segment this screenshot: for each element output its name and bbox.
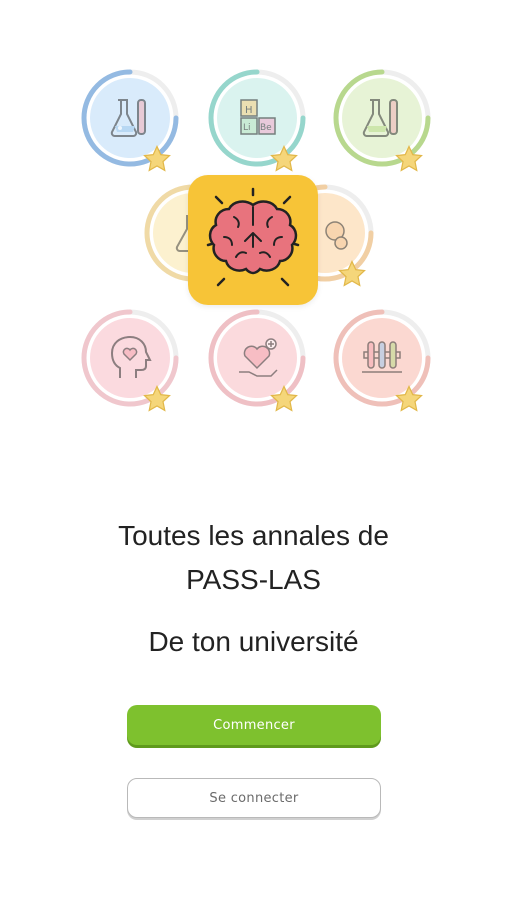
badge-hand-heart [207, 308, 307, 412]
svg-text:Be: Be [260, 123, 272, 133]
badge-chemistry [80, 68, 180, 172]
badge-periodic: H Li Be [207, 68, 307, 172]
badge-chemistry-2 [332, 68, 432, 172]
svg-text:H: H [245, 105, 253, 116]
star-icon [143, 385, 171, 412]
headline-line-2: PASS-LAS [186, 564, 321, 595]
star-icon [270, 385, 298, 412]
badge-test-tubes [332, 308, 432, 412]
svg-text:Li: Li [243, 123, 251, 133]
hero-illustration: H Li Be [0, 0, 507, 440]
star-icon [338, 260, 366, 287]
start-button-label: Commencer [213, 717, 295, 733]
star-icon [143, 145, 171, 172]
app-logo [188, 175, 318, 305]
star-icon [395, 145, 423, 172]
login-button[interactable]: Se connecter [127, 778, 381, 818]
start-button[interactable]: Commencer [127, 705, 381, 745]
login-button-label: Se connecter [209, 790, 299, 806]
star-icon [270, 145, 298, 172]
badge-mind [80, 308, 180, 412]
headline-line-1: Toutes les annales de [118, 520, 389, 551]
star-icon [395, 385, 423, 412]
brain-icon [206, 187, 300, 287]
headline-line-3: De ton université [148, 626, 359, 657]
